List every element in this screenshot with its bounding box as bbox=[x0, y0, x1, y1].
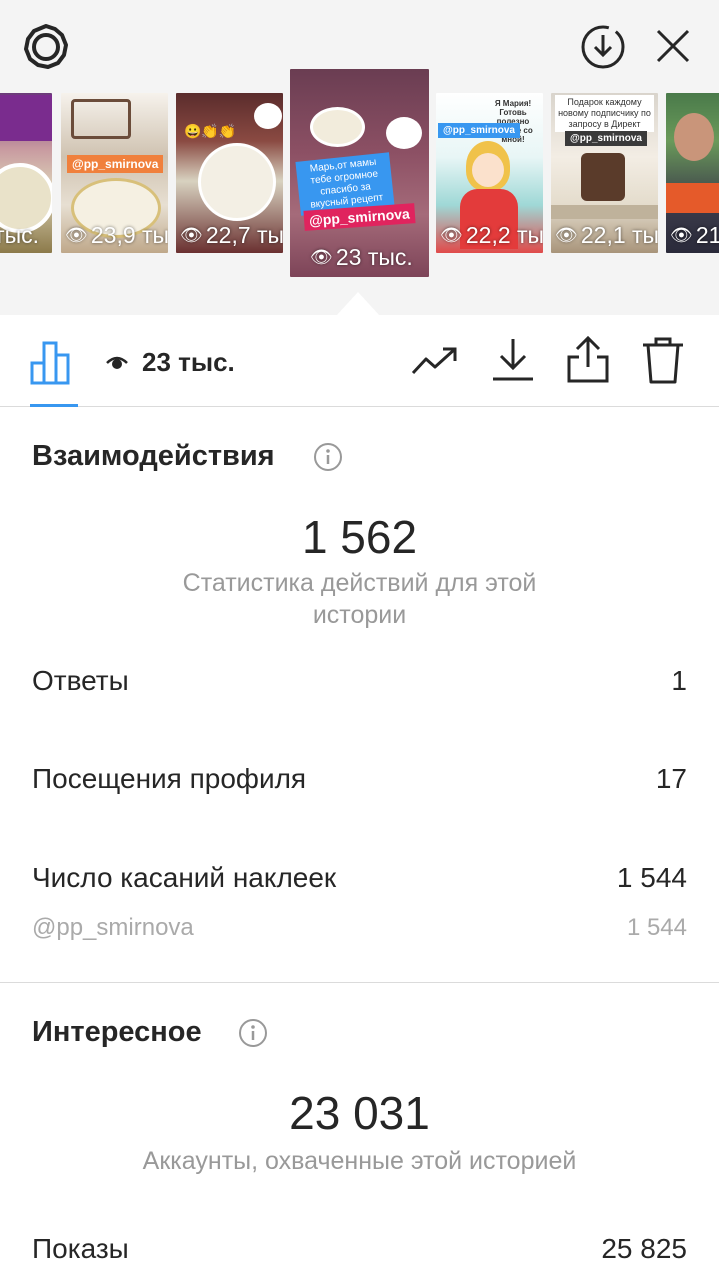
row-label-profile-visits: Посещения профиля bbox=[32, 763, 307, 794]
row-value-profile-visits: 17 bbox=[655, 763, 687, 794]
tea-cup bbox=[386, 117, 422, 149]
food-plate bbox=[310, 107, 365, 147]
tea-cup bbox=[254, 103, 282, 129]
emoji-row: 😀👏👏 bbox=[184, 123, 237, 139]
food-plate bbox=[198, 143, 276, 221]
story-views: 👁22,1 тыс. bbox=[555, 222, 658, 248]
story-thumbnail[interactable]: Я Мария! Готовь полезно вместе со мной! … bbox=[436, 93, 543, 253]
eye-icon: 👁 bbox=[555, 225, 578, 245]
download-icon[interactable] bbox=[488, 335, 538, 385]
mention-sticker[interactable]: @pp_smirnova bbox=[67, 155, 164, 173]
story-toolbar: 23 тыс. bbox=[0, 315, 719, 407]
eye-icon: 👁 bbox=[310, 247, 333, 267]
eye-icon: 👁 bbox=[440, 225, 463, 245]
story-views: 👁6 тыс. bbox=[0, 222, 39, 248]
gear-icon[interactable] bbox=[22, 23, 70, 71]
row-value-impressions: 25 825 bbox=[601, 1233, 687, 1264]
story-thumbnail-selected[interactable]: Марь,от мамы тебе огромное спасибо за вк… bbox=[290, 69, 429, 277]
story-views: 👁22,7 тыс. bbox=[180, 222, 283, 248]
story-views: 👁23,9 тыс. bbox=[65, 222, 168, 248]
eye-icon: 👁 bbox=[670, 225, 693, 245]
mention-sticker[interactable]: @pp_smirnova bbox=[565, 131, 647, 146]
story-thumbnail[interactable]: @pp_smirnova 👁23,9 тыс. bbox=[61, 93, 168, 253]
story-view-count: 23 тыс. bbox=[106, 347, 235, 378]
eye-icon: 👁 bbox=[65, 225, 88, 245]
sticker-mention-value: 1 544 bbox=[626, 914, 687, 941]
row-label-sticker-taps: Число касаний наклеек bbox=[32, 862, 337, 893]
food-dessert bbox=[581, 153, 625, 201]
story-caption: Подарок каждому новому подписчику по зап… bbox=[555, 95, 654, 132]
story-banner bbox=[551, 205, 658, 219]
row-value-sticker-taps: 1 544 bbox=[616, 862, 687, 893]
close-icon[interactable] bbox=[652, 25, 694, 67]
section-title-discovery: Интересное bbox=[32, 1016, 202, 1048]
story-views: 👁21 тыс. bbox=[670, 222, 719, 248]
person-face bbox=[674, 113, 714, 161]
download-circle-icon[interactable] bbox=[580, 24, 626, 70]
interactions-total: 1 562 bbox=[301, 511, 418, 563]
trash-icon[interactable] bbox=[638, 335, 688, 385]
story-thumbnail[interactable]: 👁6 тыс. bbox=[0, 93, 52, 253]
eye-icon: 👁 bbox=[180, 225, 203, 245]
bar-chart-icon[interactable] bbox=[28, 337, 78, 387]
section-divider bbox=[0, 982, 719, 983]
story-thumbnail[interactable]: 👁21 тыс. bbox=[666, 93, 719, 253]
story-views: 👁 23 тыс. bbox=[310, 244, 413, 270]
stories-header: 👁6 тыс. @pp_smirnova 👁23,9 тыс. 😀👏👏 👁22,… bbox=[0, 0, 719, 316]
section-title-interactions: Взаимодействия bbox=[32, 440, 275, 472]
trending-icon[interactable] bbox=[410, 335, 460, 385]
stories-strip: 👁6 тыс. @pp_smirnova 👁23,9 тыс. 😀👏👏 👁22,… bbox=[0, 68, 719, 278]
discovery-caption: Аккаунты, охваченные этой историей bbox=[142, 1147, 577, 1175]
view-count-label: 23 тыс. bbox=[142, 347, 235, 377]
share-icon[interactable] bbox=[563, 335, 613, 385]
discovery-total: 23 031 bbox=[289, 1087, 430, 1139]
eye-icon bbox=[106, 347, 128, 378]
selected-story-pointer bbox=[336, 292, 380, 316]
row-label-impressions: Показы bbox=[32, 1233, 129, 1264]
story-thumbnail[interactable]: Подарок каждому новому подписчику по зап… bbox=[551, 93, 658, 253]
interactions-caption: Статистика действий для этой истории bbox=[182, 569, 537, 629]
illustration-face bbox=[472, 153, 504, 187]
story-text-block bbox=[0, 95, 52, 141]
row-label-replies: Ответы bbox=[32, 665, 129, 696]
mention-sticker[interactable]: @pp_smirnova bbox=[438, 123, 520, 138]
info-icon[interactable] bbox=[238, 1018, 268, 1048]
story-banner bbox=[666, 183, 719, 213]
food-box bbox=[71, 99, 131, 139]
info-icon[interactable] bbox=[313, 442, 343, 472]
story-thumbnail[interactable]: 😀👏👏 👁22,7 тыс. bbox=[176, 93, 283, 253]
story-views: 👁22,2 тыс. bbox=[440, 222, 543, 248]
active-tab-indicator bbox=[30, 404, 78, 407]
sticker-mention-label: @pp_smirnova bbox=[32, 914, 194, 941]
row-value-replies: 1 bbox=[671, 665, 687, 696]
